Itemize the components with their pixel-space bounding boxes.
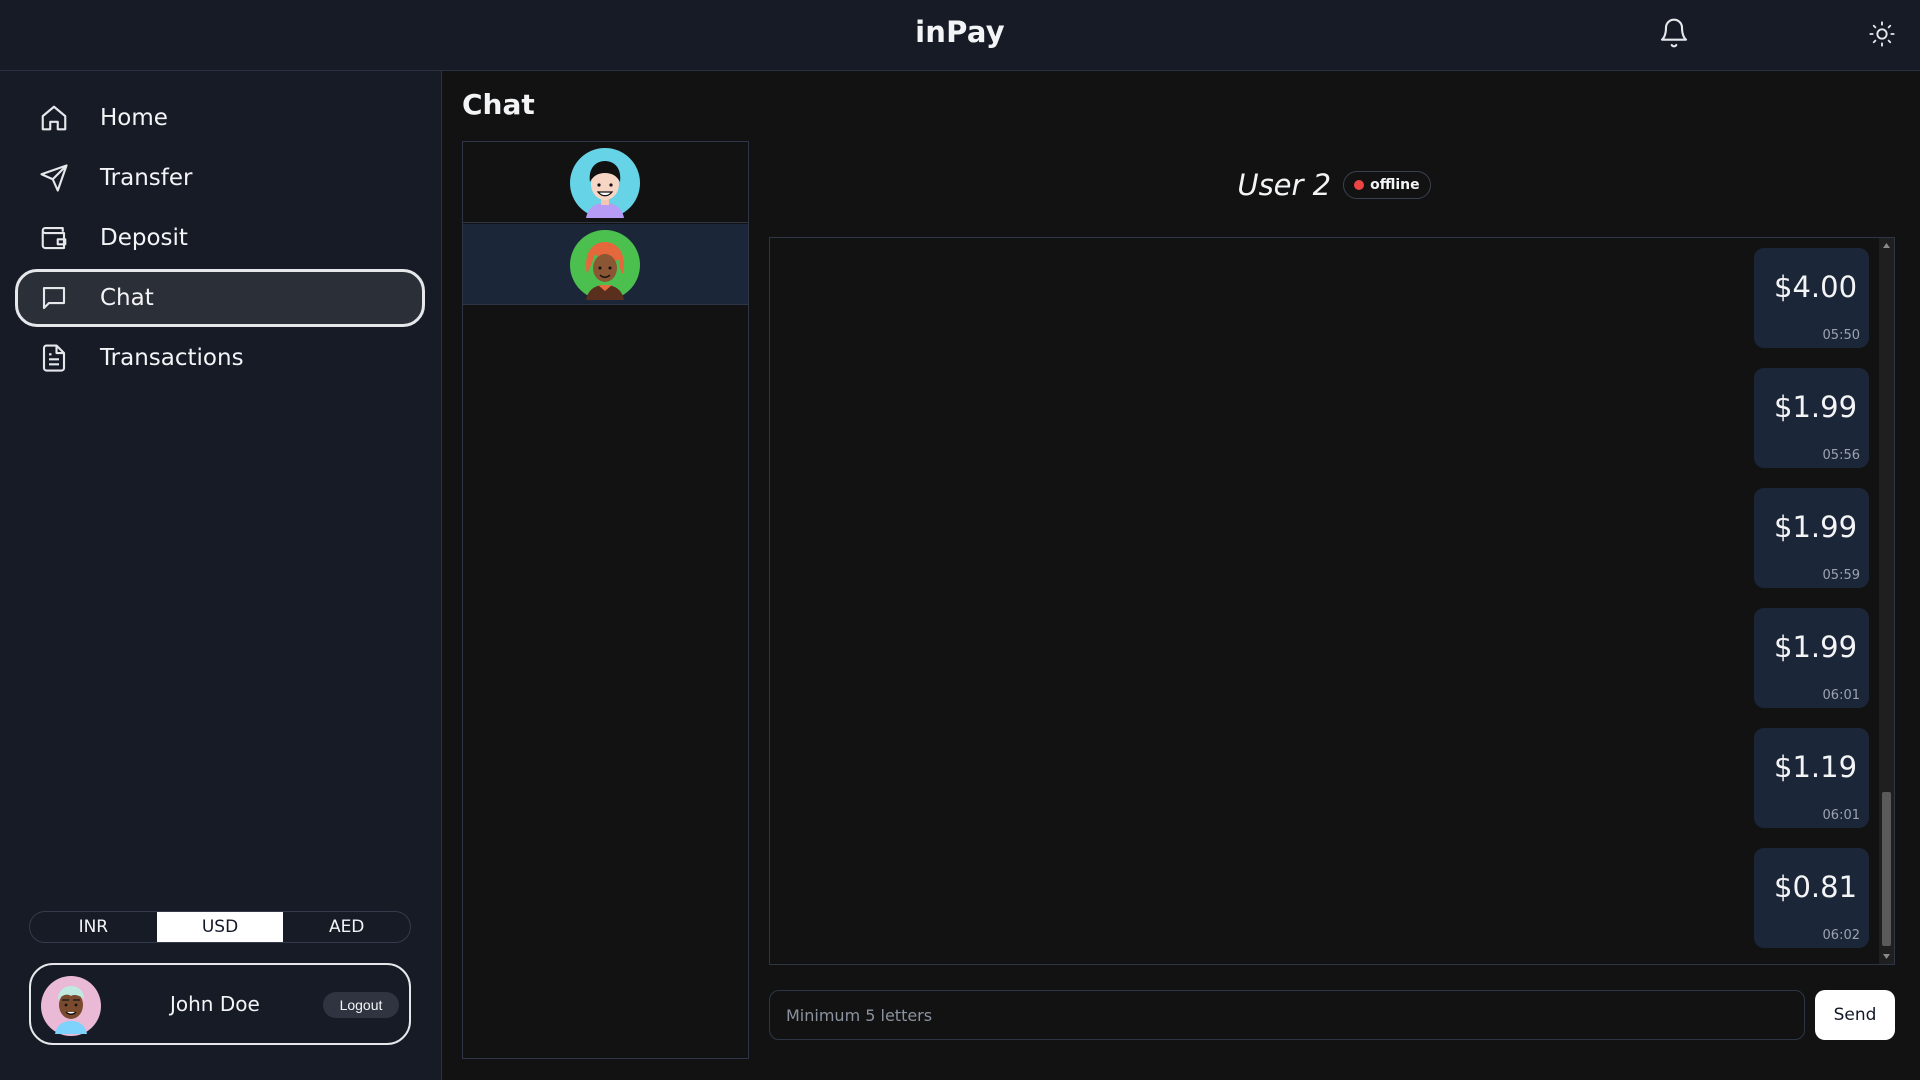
- send-icon: [39, 163, 69, 193]
- message-time: 05:59: [1822, 568, 1860, 583]
- chat-icon: [39, 283, 69, 313]
- message-list: $4.00 05:50 $1.99 05:56 $1.99 05:59 $1.9…: [769, 237, 1895, 965]
- currency-selector: INR USD AED: [29, 911, 411, 943]
- page-title: Chat: [462, 88, 535, 121]
- message-bubble: $1.99 05:59: [1754, 488, 1869, 588]
- send-button[interactable]: Send: [1815, 990, 1895, 1040]
- avatar: [41, 976, 101, 1036]
- currency-option-aed[interactable]: AED: [283, 912, 410, 942]
- top-header: inPay: [0, 0, 1920, 71]
- avatar: [570, 148, 640, 218]
- message-amount: $1.99: [1774, 390, 1858, 424]
- sidebar-item-label: Home: [100, 105, 168, 131]
- app-title: inPay: [915, 15, 1005, 49]
- status-badge: offline: [1343, 171, 1431, 199]
- user-list-item[interactable]: [463, 142, 748, 223]
- status-text: offline: [1370, 177, 1420, 193]
- message-bubble: $4.00 05:50: [1754, 248, 1869, 348]
- sidebar-item-chat[interactable]: Chat: [15, 269, 425, 327]
- message-bubble: $1.99 05:56: [1754, 368, 1869, 468]
- user-list-item-selected[interactable]: [463, 224, 748, 305]
- message-bubble: $1.99 06:01: [1754, 608, 1869, 708]
- message-time: 06:01: [1822, 688, 1860, 703]
- message-input[interactable]: [769, 990, 1805, 1040]
- scroll-thumb[interactable]: [1882, 792, 1891, 946]
- sidebar-item-label: Transactions: [100, 345, 244, 371]
- profile-card: John Doe Logout: [29, 963, 411, 1045]
- message-amount: $0.81: [1774, 870, 1858, 904]
- scroll-up-icon[interactable]: [1882, 241, 1891, 250]
- currency-option-usd[interactable]: USD: [156, 912, 284, 942]
- message-time: 06:02: [1822, 928, 1860, 943]
- sidebar-item-label: Chat: [100, 285, 154, 311]
- sidebar-item-label: Deposit: [100, 225, 188, 251]
- sidebar: Home Transfer Deposit Chat Transactions …: [0, 71, 442, 1080]
- message-amount: $1.99: [1774, 630, 1858, 664]
- sun-icon[interactable]: [1868, 20, 1896, 48]
- chat-header: User 2 offline: [769, 163, 1899, 207]
- user-list: [462, 141, 749, 1059]
- message-amount: $1.19: [1774, 750, 1858, 784]
- message-time: 05:50: [1822, 328, 1860, 343]
- document-icon: [39, 343, 69, 373]
- wallet-icon: [39, 223, 69, 253]
- sidebar-item-label: Transfer: [100, 165, 193, 191]
- message-amount: $4.00: [1774, 270, 1858, 304]
- message-bubble: $0.81 06:02: [1754, 848, 1869, 948]
- message-bubble: $1.19 06:01: [1754, 728, 1869, 828]
- message-time: 06:01: [1822, 808, 1860, 823]
- scroll-down-icon[interactable]: [1882, 952, 1891, 961]
- bell-icon[interactable]: [1658, 17, 1690, 49]
- message-scrollbar[interactable]: [1879, 238, 1894, 964]
- logout-button[interactable]: Logout: [323, 992, 399, 1018]
- chat-user-name: User 2: [1237, 168, 1332, 202]
- currency-option-inr[interactable]: INR: [30, 912, 157, 942]
- sidebar-item-transactions[interactable]: Transactions: [15, 329, 425, 387]
- sidebar-item-home[interactable]: Home: [15, 89, 425, 147]
- message-time: 05:56: [1822, 448, 1860, 463]
- status-dot-icon: [1354, 180, 1365, 190]
- avatar: [570, 230, 640, 300]
- profile-name: John Doe: [170, 992, 260, 1016]
- sidebar-item-transfer[interactable]: Transfer: [15, 149, 425, 207]
- message-amount: $1.99: [1774, 510, 1858, 544]
- home-icon: [39, 103, 69, 133]
- sidebar-item-deposit[interactable]: Deposit: [15, 209, 425, 267]
